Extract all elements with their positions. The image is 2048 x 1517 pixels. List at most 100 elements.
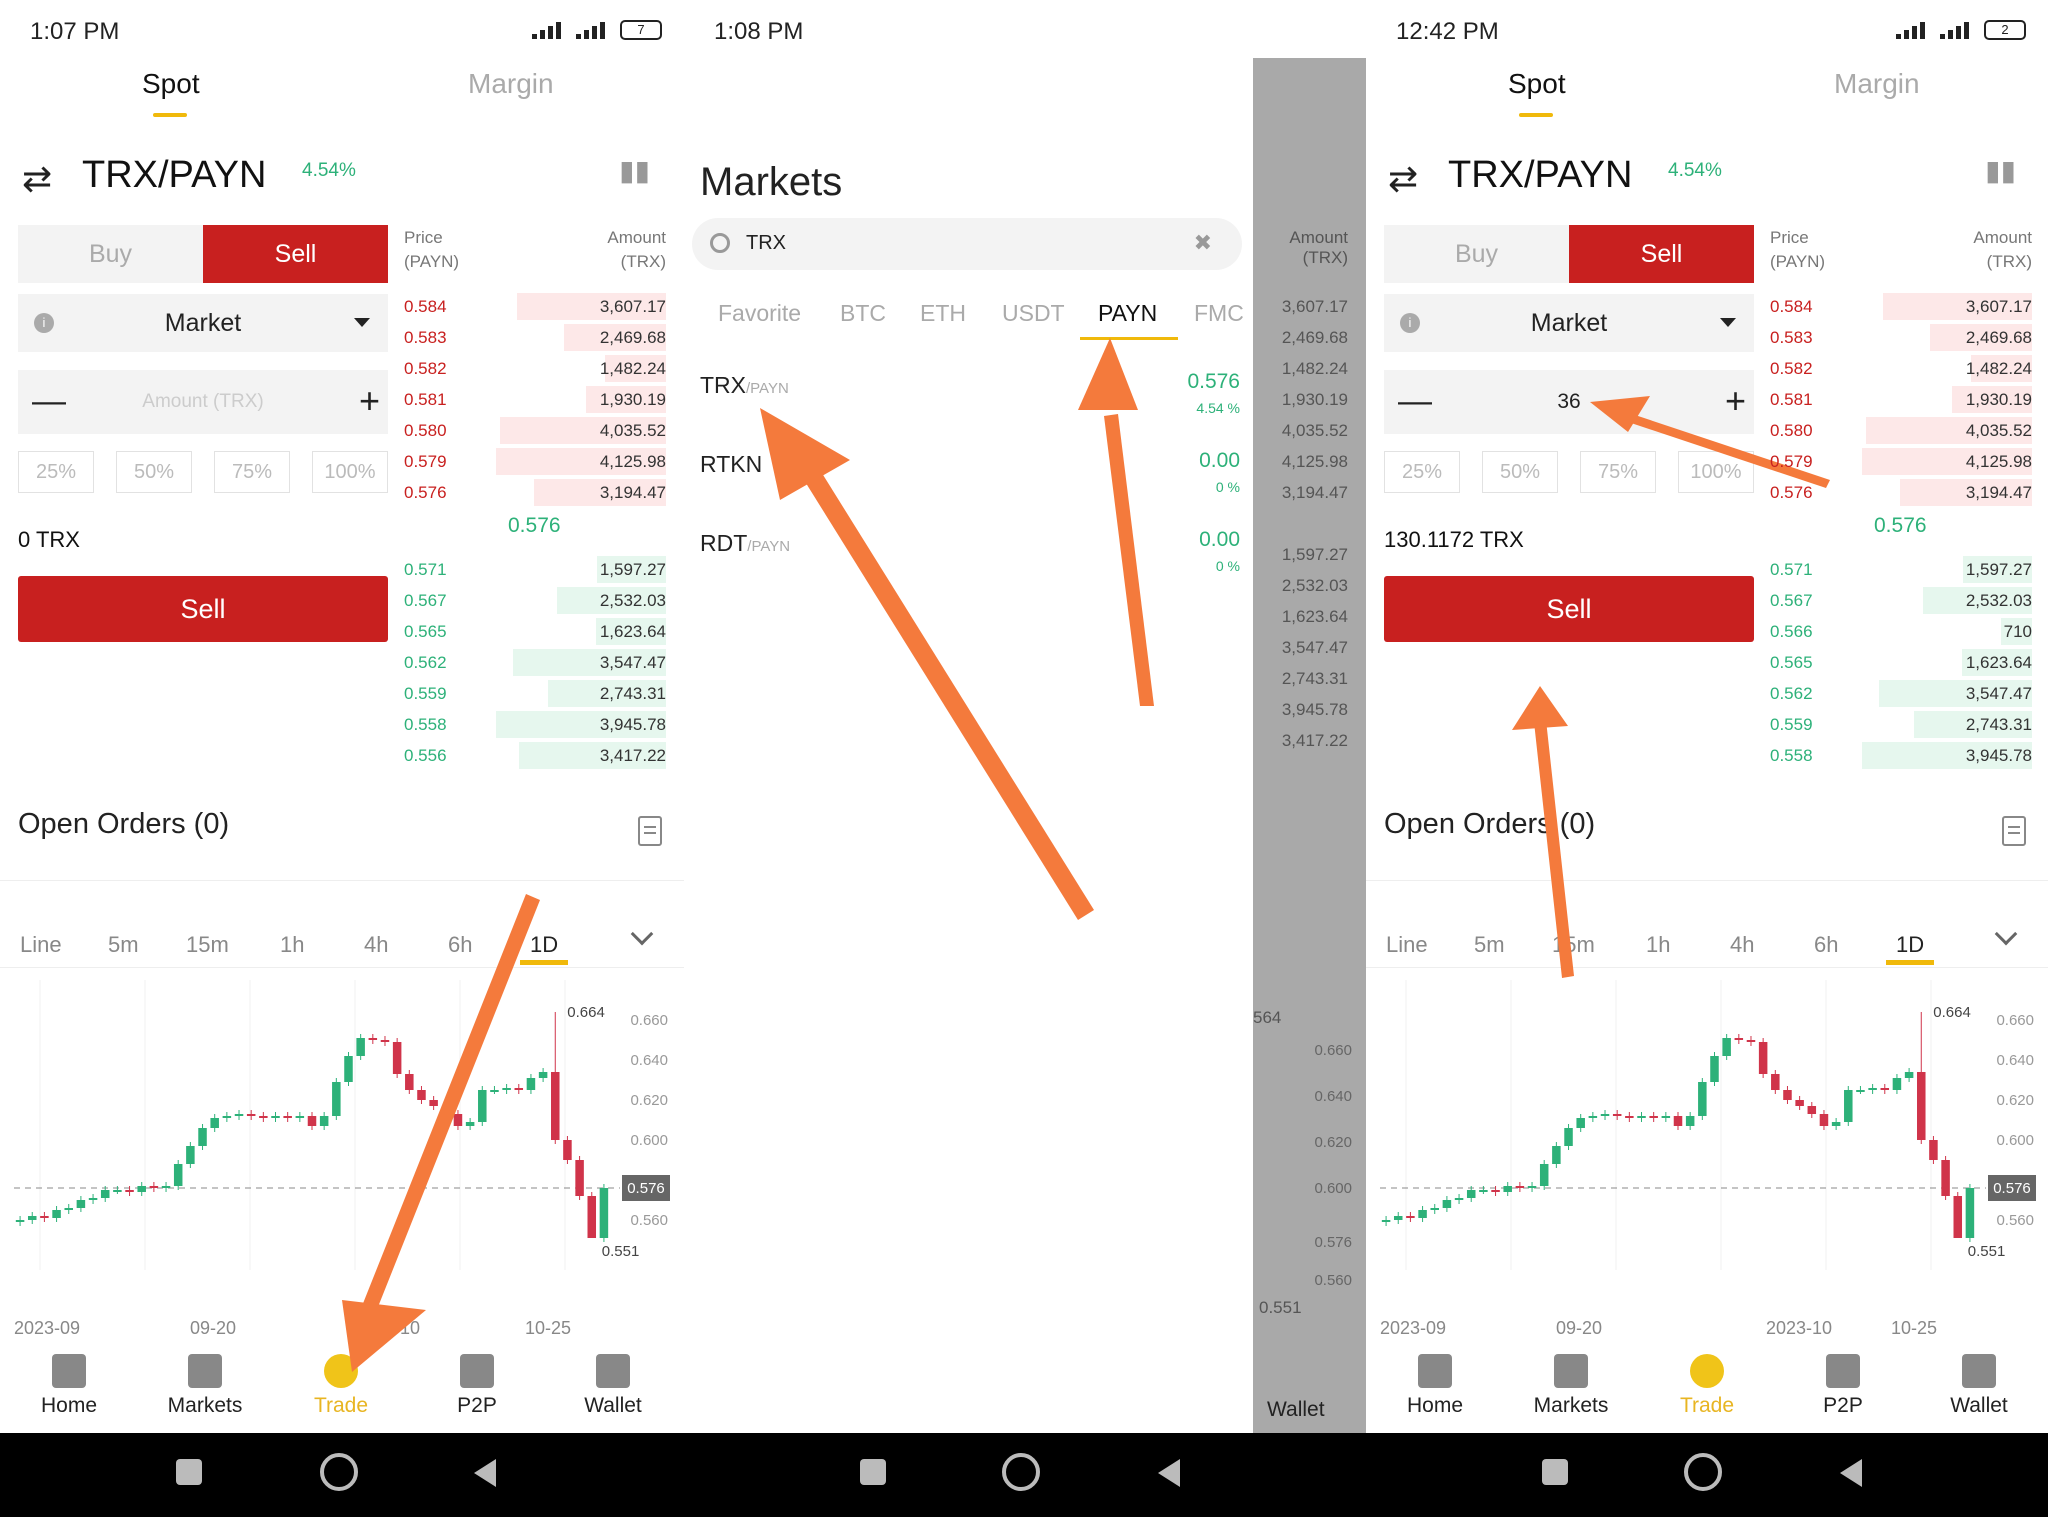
tab-payn[interactable]: PAYN — [1098, 300, 1157, 327]
tf-line[interactable]: Line — [20, 932, 62, 958]
orderbook-row[interactable]: 0.565 1,623.64 — [1770, 647, 2032, 678]
pct-25-button[interactable]: 25% — [18, 451, 94, 493]
candlestick-chart[interactable]: 0.660 0.640 0.620 0.600 0.560 0.576 0.664 0.551… — [1366, 980, 2048, 1340]
candlestick-icon[interactable]: ▮▮ — [619, 154, 650, 187]
orderbook-row[interactable]: 0.576 3,194.47 — [404, 477, 666, 508]
orderbook-row[interactable]: 0.558 3,945.78 — [404, 709, 666, 740]
pct-100-button[interactable]: 100% — [1678, 451, 1754, 493]
nav-home[interactable]: Home — [1380, 1346, 1490, 1418]
tab-spot[interactable]: Spot — [142, 68, 200, 100]
buy-tab[interactable]: Buy — [18, 225, 203, 283]
buy-tab[interactable]: Buy — [1384, 225, 1569, 283]
orderbook-row[interactable]: 0.558 3,945.78 — [1770, 740, 2032, 771]
tf-6h[interactable]: 6h — [448, 932, 472, 958]
sell-tab[interactable]: Sell — [203, 225, 388, 283]
tab-usdt[interactable]: USDT — [1002, 300, 1065, 327]
recents-icon[interactable] — [1542, 1459, 1568, 1485]
orderbook-row[interactable]: 0.571 1,597.27 — [1770, 554, 2032, 585]
orderbook-row[interactable]: 0.559 2,743.31 — [404, 678, 666, 709]
clear-icon[interactable]: ✖ — [1194, 230, 1212, 256]
orderbook-row[interactable]: 0.576 3,194.47 — [1770, 477, 2032, 508]
tf-1h[interactable]: 1h — [280, 932, 304, 958]
nav-wallet[interactable]: Wallet — [558, 1346, 668, 1418]
nav-trade[interactable]: Trade — [286, 1346, 396, 1418]
orderbook-row[interactable]: 0.559 2,743.31 — [1770, 709, 2032, 740]
orderbook-row[interactable]: 0.584 3,607.17 — [404, 291, 666, 322]
orderbook-row[interactable]: 0.581 1,930.19 — [1770, 384, 2032, 415]
orderbook-row[interactable]: 0.580 4,035.52 — [404, 415, 666, 446]
pct-50-button[interactable]: 50% — [116, 451, 192, 493]
tab-margin[interactable]: Margin — [1834, 68, 1920, 100]
market-row[interactable]: RDT/PAYN 0.00 0 % — [700, 528, 1240, 598]
tf-15m[interactable]: 15m — [186, 932, 229, 958]
nav-p2p[interactable]: P2P — [1788, 1346, 1898, 1418]
tab-fmc[interactable]: FMC — [1194, 300, 1244, 327]
amount-input[interactable]: — Amount (TRX) + — [18, 370, 388, 434]
tf-1d[interactable]: 1D — [1896, 932, 1924, 958]
search-input[interactable]: TRX ✖ — [692, 218, 1242, 270]
swap-icon[interactable]: ⇄ — [22, 158, 52, 200]
document-icon[interactable] — [638, 816, 662, 846]
tf-15m[interactable]: 15m — [1552, 932, 1595, 958]
nav-markets[interactable]: Markets — [150, 1346, 260, 1418]
back-icon[interactable] — [474, 1459, 496, 1487]
tf-5m[interactable]: 5m — [1474, 932, 1505, 958]
orderbook-row[interactable]: 0.571 1,597.27 — [404, 554, 666, 585]
sell-button[interactable]: Sell — [1384, 576, 1754, 642]
swap-icon[interactable]: ⇄ — [1388, 158, 1418, 200]
tab-btc[interactable]: BTC — [840, 300, 886, 327]
amount-input[interactable]: — 36 + — [1384, 370, 1754, 434]
tab-spot[interactable]: Spot — [1508, 68, 1566, 100]
orderbook-row[interactable]: 0.566 710 — [1770, 616, 2032, 647]
pct-75-button[interactable]: 75% — [214, 451, 290, 493]
candlestick-icon[interactable]: ▮▮ — [1985, 154, 2016, 187]
pct-25-button[interactable]: 25% — [1384, 451, 1460, 493]
recents-icon[interactable] — [176, 1459, 202, 1485]
tab-margin[interactable]: Margin — [468, 68, 554, 100]
home-circle-icon[interactable] — [1684, 1453, 1722, 1491]
orderbook-row[interactable]: 0.567 2,532.03 — [404, 585, 666, 616]
tf-4h[interactable]: 4h — [364, 932, 388, 958]
home-circle-icon[interactable] — [1002, 1453, 1040, 1491]
orderbook-row[interactable]: 0.583 2,469.68 — [404, 322, 666, 353]
market-row[interactable]: TRX/PAYN 0.576 4.54 % — [700, 370, 1240, 440]
nav-home[interactable]: Home — [14, 1346, 124, 1418]
recents-icon[interactable] — [860, 1459, 886, 1485]
sell-button[interactable]: Sell — [18, 576, 388, 642]
nav-p2p[interactable]: P2P — [422, 1346, 532, 1418]
tf-1d[interactable]: 1D — [530, 932, 558, 958]
market-row[interactable]: RTKN 0.00 0 % — [700, 449, 1240, 519]
increment-button[interactable]: + — [1725, 380, 1746, 422]
orderbook-row[interactable]: 0.562 3,547.47 — [1770, 678, 2032, 709]
sell-tab[interactable]: Sell — [1569, 225, 1754, 283]
document-icon[interactable] — [2002, 816, 2026, 846]
orderbook-row[interactable]: 0.565 1,623.64 — [404, 616, 666, 647]
tab-eth[interactable]: ETH — [920, 300, 966, 327]
orderbook-row[interactable]: 0.556 3,417.22 — [404, 740, 666, 771]
orderbook-row[interactable]: 0.579 4,125.98 — [1770, 446, 2032, 477]
tab-favorite[interactable]: Favorite — [718, 300, 801, 327]
back-icon[interactable] — [1158, 1459, 1180, 1487]
tf-1h[interactable]: 1h — [1646, 932, 1670, 958]
nav-wallet[interactable]: Wallet — [1924, 1346, 2034, 1418]
pct-50-button[interactable]: 50% — [1482, 451, 1558, 493]
pct-100-button[interactable]: 100% — [312, 451, 388, 493]
orderbook-row[interactable]: 0.582 1,482.24 — [1770, 353, 2032, 384]
candlestick-chart[interactable]: 0.660 0.640 0.620 0.600 0.560 0.576 0.664 0.551… — [0, 980, 684, 1340]
orderbook-row[interactable]: 0.583 2,469.68 — [1770, 322, 2032, 353]
increment-button[interactable]: + — [359, 380, 380, 422]
pct-75-button[interactable]: 75% — [1580, 451, 1656, 493]
nav-trade[interactable]: Trade — [1652, 1346, 1762, 1418]
tf-line[interactable]: Line — [1386, 932, 1428, 958]
orderbook-row[interactable]: 0.580 4,035.52 — [1770, 415, 2032, 446]
tf-4h[interactable]: 4h — [1730, 932, 1754, 958]
orderbook-row[interactable]: 0.567 2,532.03 — [1770, 585, 2032, 616]
orderbook-row[interactable]: 0.562 3,547.47 — [404, 647, 666, 678]
pair-name[interactable]: TRX/PAYN — [82, 154, 266, 197]
order-type-select[interactable]: i Market — [1384, 294, 1754, 352]
orderbook-row[interactable]: 0.584 3,607.17 — [1770, 291, 2032, 322]
home-circle-icon[interactable] — [320, 1453, 358, 1491]
back-icon[interactable] — [1840, 1459, 1862, 1487]
dim-overlay[interactable]: Amount (TRX) 3,607.17 2,469.68 1,482.24 1,93… — [1253, 58, 1366, 1433]
order-type-select[interactable]: i Market — [18, 294, 388, 352]
